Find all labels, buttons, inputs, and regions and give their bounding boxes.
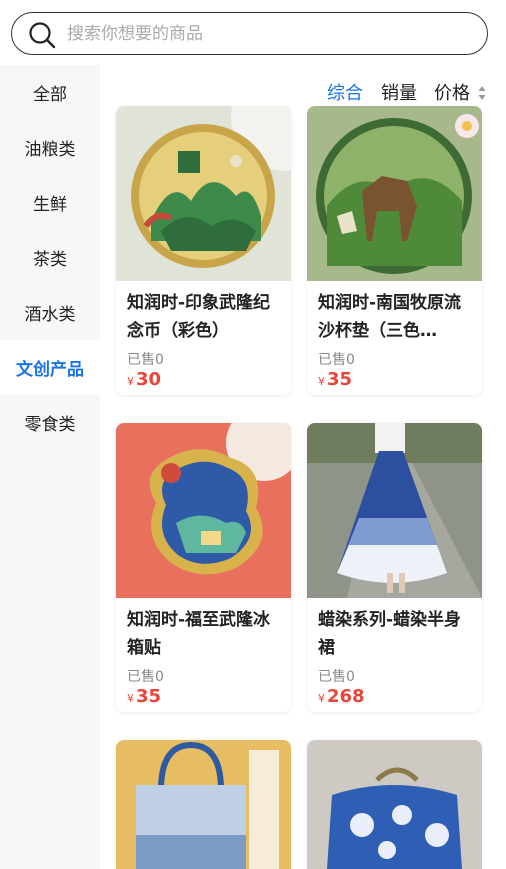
product-image-skirt[interactable] xyxy=(307,423,482,598)
product-card[interactable] xyxy=(307,740,482,869)
product-price: ¥30 xyxy=(116,367,291,395)
product-name: 知润时-印象武隆纪念币（彩色） xyxy=(127,293,271,341)
category-fresh[interactable]: 生鲜 xyxy=(0,175,100,230)
product-sold-count: 已售0 xyxy=(318,352,355,368)
sort-bar: 综合 销量 价格 xyxy=(100,65,506,105)
product-name: 知润时-福至武隆冰箱贴 xyxy=(127,610,271,658)
product-name: 知润时-南国牧原流沙杯垫（三色… xyxy=(318,293,462,341)
search-input[interactable] xyxy=(67,19,467,49)
currency-symbol: ¥ xyxy=(318,692,325,705)
product-image-coin[interactable] xyxy=(116,106,291,281)
product-image-coaster[interactable] xyxy=(307,106,482,281)
product-price: ¥35 xyxy=(116,684,291,712)
price-value: 30 xyxy=(136,369,162,390)
price-value: 35 xyxy=(136,686,162,707)
price-value: 268 xyxy=(327,686,365,707)
currency-symbol: ¥ xyxy=(127,692,134,705)
product-card[interactable]: 知润时-印象武隆纪念币（彩色） 已售0 ¥30 xyxy=(116,106,291,395)
product-card[interactable]: 知润时-南国牧原流沙杯垫（三色… 已售0 ¥35 xyxy=(307,106,482,395)
product-card[interactable]: 知润时-福至武隆冰箱贴 已售0 ¥35 xyxy=(116,423,291,712)
category-sidebar: 全部 油粮类 生鲜 茶类 酒水类 文创产品 零食类 xyxy=(0,65,100,869)
product-sold-count: 已售0 xyxy=(127,669,164,685)
product-name: 蜡染系列-蜡染半身裙 xyxy=(318,610,462,658)
product-card[interactable] xyxy=(116,740,291,869)
category-drinks[interactable]: 酒水类 xyxy=(0,285,100,340)
sort-comprehensive[interactable]: 综合 xyxy=(327,79,363,105)
category-grain-oil[interactable]: 油粮类 xyxy=(0,120,100,175)
currency-symbol: ¥ xyxy=(127,375,134,388)
search-bar[interactable] xyxy=(11,12,488,55)
sort-price[interactable]: 价格 xyxy=(434,79,470,105)
product-price: ¥268 xyxy=(307,684,482,712)
sort-price-arrows-icon[interactable] xyxy=(478,84,486,102)
product-sold-count: 已售0 xyxy=(127,352,164,368)
price-value: 35 xyxy=(327,369,353,390)
category-tea[interactable]: 茶类 xyxy=(0,230,100,285)
product-image-coin-purse[interactable] xyxy=(307,740,482,869)
category-cultural-products[interactable]: 文创产品 xyxy=(0,340,100,395)
search-header xyxy=(0,0,506,64)
currency-symbol: ¥ xyxy=(318,375,325,388)
product-price: ¥35 xyxy=(307,367,482,395)
product-sold-count: 已售0 xyxy=(318,669,355,685)
product-card[interactable]: 蜡染系列-蜡染半身裙 已售0 ¥268 xyxy=(307,423,482,712)
sort-sales[interactable]: 销量 xyxy=(381,79,417,105)
category-snacks[interactable]: 零食类 xyxy=(0,395,100,450)
product-image-tote-bag[interactable] xyxy=(116,740,291,869)
category-all[interactable]: 全部 xyxy=(0,65,100,120)
product-image-fridge-magnet[interactable] xyxy=(116,423,291,598)
search-icon xyxy=(29,22,56,49)
